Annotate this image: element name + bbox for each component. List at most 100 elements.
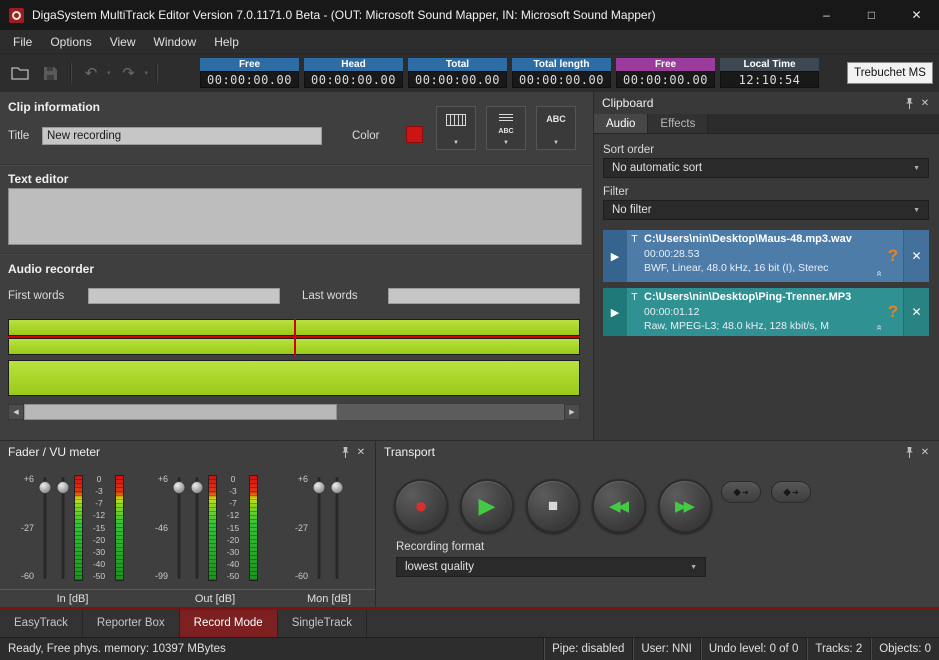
playback-cursor[interactable] xyxy=(294,319,296,355)
last-words-label: Last words xyxy=(302,290,358,302)
clip-to-clipboard-button[interactable]: ◆➜ xyxy=(721,481,761,503)
menu-item-1[interactable]: Options xyxy=(41,31,100,53)
play-button[interactable]: ▶ xyxy=(460,479,514,533)
chevron-down-icon: ▼ xyxy=(503,140,509,146)
scale-label-7: -40 xyxy=(221,560,245,569)
in-fader-right[interactable] xyxy=(56,475,70,581)
fader-knob[interactable] xyxy=(39,481,52,494)
text-editor-header: Text editor xyxy=(8,172,68,186)
pin-button[interactable] xyxy=(901,444,917,460)
waveform-track-2[interactable] xyxy=(8,360,580,396)
stop-button[interactable]: ■ xyxy=(526,479,580,533)
fader-knob[interactable] xyxy=(331,481,344,494)
track-flag: T xyxy=(627,288,642,336)
abc-button[interactable]: ABC ▼ xyxy=(536,106,576,150)
recording-format-select[interactable]: lowest quality ▼ xyxy=(396,557,706,577)
play-item-button[interactable]: ▶ xyxy=(603,288,627,336)
maximize-button[interactable]: □ xyxy=(849,0,894,30)
tab-singletrack[interactable]: SingleTrack xyxy=(278,610,367,637)
scale-label-1: -27 xyxy=(14,524,34,533)
filter-select[interactable]: No filter ▼ xyxy=(603,200,929,220)
in-db-label: In [dB] xyxy=(0,593,145,608)
sort-order-value: No automatic sort xyxy=(612,162,702,174)
abc-list-button[interactable]: ABC ▼ xyxy=(486,106,526,150)
scroll-right-button[interactable]: ▶ xyxy=(564,404,580,420)
out-db-label: Out [dB] xyxy=(145,593,285,608)
pin-button[interactable] xyxy=(337,444,353,460)
redo-button[interactable]: ↷ xyxy=(117,61,141,85)
redo-dropdown-caret[interactable]: ▾ xyxy=(145,69,149,77)
font-select-button[interactable]: Trebuchet MS xyxy=(847,62,933,84)
fader-knob[interactable] xyxy=(191,481,204,494)
clip-item-info: C:\Users\nin\Desktop\Ping-Trenner.MP3 00… xyxy=(642,288,883,336)
rewind-button[interactable]: ◀◀ xyxy=(592,479,646,533)
tab-easytrack[interactable]: EasyTrack xyxy=(0,610,83,637)
remove-item-button[interactable]: ✕ xyxy=(903,230,929,282)
audio-recorder-header: Audio recorder xyxy=(8,262,94,276)
close-panel-button[interactable]: ✕ xyxy=(353,444,369,460)
last-words-input[interactable] xyxy=(388,288,580,304)
app-icon xyxy=(9,8,24,23)
arrow-icon: ➜ xyxy=(742,488,749,497)
status-message: Ready, Free phys. memory: 10397 MBytes xyxy=(0,643,226,655)
menu-item-2[interactable]: View xyxy=(101,31,145,53)
sort-order-select[interactable]: No automatic sort ▼ xyxy=(603,158,929,178)
first-words-input[interactable] xyxy=(88,288,280,304)
out-fader-right[interactable] xyxy=(190,475,204,581)
folder-open-icon xyxy=(11,66,29,80)
fader-knob[interactable] xyxy=(173,481,186,494)
scroll-left-button[interactable]: ◀ xyxy=(8,404,24,420)
minimize-button[interactable]: – xyxy=(804,0,849,30)
menu-item-3[interactable]: Window xyxy=(145,31,206,53)
scrollbar-thumb[interactable] xyxy=(24,404,337,420)
clipboard-item-2[interactable]: ▶ T C:\Users\nin\Desktop\Ping-Trenner.MP… xyxy=(603,288,929,336)
remove-item-button[interactable]: ✕ xyxy=(903,288,929,336)
filter-label: Filter xyxy=(603,186,629,198)
mon-fader-right[interactable] xyxy=(330,475,344,581)
tab-audio[interactable]: Audio xyxy=(594,114,648,133)
scrollbar-track[interactable] xyxy=(24,404,564,420)
out-fader-left[interactable] xyxy=(172,475,186,581)
tab-effects[interactable]: Effects xyxy=(648,114,708,133)
in-fader-scale: +6-27-60 xyxy=(14,475,34,581)
fader-group-out: +6-46-99 0-3-7-12-15-20-30-40-50 xyxy=(148,475,258,581)
play-item-button[interactable]: ▶ xyxy=(603,230,627,282)
menu-item-4[interactable]: Help xyxy=(205,31,248,53)
pin-button[interactable] xyxy=(901,95,917,111)
stop-icon: ■ xyxy=(548,496,558,516)
timer-label: Free xyxy=(616,58,715,71)
fader-knob[interactable] xyxy=(57,481,70,494)
open-file-button[interactable] xyxy=(8,61,32,85)
keyboard-palette-button[interactable]: ▼ xyxy=(436,106,476,150)
clip-item-format: BWF, Linear, 48.0 kHz, 16 bit (I), Stere… xyxy=(644,261,881,275)
menu-item-0[interactable]: File xyxy=(4,31,41,53)
tab-reporter-box[interactable]: Reporter Box xyxy=(83,610,180,637)
waveform-scrollbar[interactable]: ◀ ▶ xyxy=(8,404,580,420)
in-fader-left[interactable] xyxy=(38,475,52,581)
record-button[interactable]: ● xyxy=(394,479,448,533)
clipboard-item-1[interactable]: ▶ T C:\Users\nin\Desktop\Maus-48.mp3.wav… xyxy=(603,230,929,282)
tab-record-mode[interactable]: Record Mode xyxy=(180,610,278,637)
color-swatch[interactable] xyxy=(406,126,423,143)
expand-chevrons-icon[interactable]: » xyxy=(874,325,883,331)
prelisten-icon[interactable]: ? xyxy=(883,230,903,282)
close-panel-button[interactable]: ✕ xyxy=(917,95,933,111)
mon-fader-left[interactable] xyxy=(312,475,326,581)
save-button[interactable] xyxy=(38,61,62,85)
scale-label-8: -50 xyxy=(87,572,111,581)
scale-label-2: -7 xyxy=(87,499,111,508)
close-button[interactable]: ✕ xyxy=(894,0,939,30)
title-input[interactable] xyxy=(42,127,322,145)
fast-forward-button[interactable]: ▶▶ xyxy=(658,479,712,533)
fader-group-labels: In [dB] Out [dB] Mon [dB] xyxy=(0,589,375,608)
expand-chevrons-icon[interactable]: » xyxy=(874,271,883,277)
scale-label-6: -30 xyxy=(87,548,111,557)
clip-from-clipboard-button[interactable]: ◆➜ xyxy=(771,481,811,503)
text-editor-area[interactable] xyxy=(8,188,582,245)
close-panel-button[interactable]: ✕ xyxy=(917,444,933,460)
undo-button[interactable]: ↶ xyxy=(79,61,103,85)
fader-knob[interactable] xyxy=(313,481,326,494)
prelisten-icon[interactable]: ? xyxy=(883,288,903,336)
track-flag: T xyxy=(627,230,642,282)
undo-dropdown-caret[interactable]: ▾ xyxy=(107,69,111,77)
